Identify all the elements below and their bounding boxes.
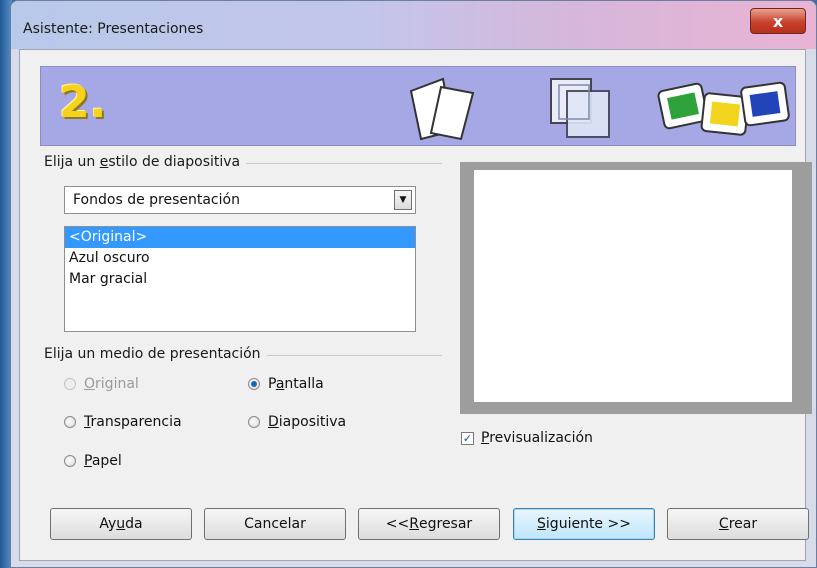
- dialog-body: 2. Elija un estilo de diapositiva Fondos…: [19, 49, 812, 561]
- next-button[interactable]: Siguiente >>: [513, 508, 655, 540]
- button-label-part: iguiente >>: [545, 516, 631, 532]
- wizard-window: Asistente: Presentaciones x 2. Elija un …: [10, 0, 817, 568]
- button-label-part: egresar: [419, 516, 473, 532]
- slides-stack-icon: [409, 77, 475, 141]
- list-item[interactable]: Mar gracial: [65, 269, 415, 290]
- radio-papel[interactable]: Papel: [64, 453, 122, 469]
- radio-pantalla[interactable]: Pantalla: [248, 376, 324, 392]
- radio-mnemonic: O: [84, 376, 96, 392]
- step-number: 2.: [59, 77, 107, 128]
- button-label-part: rear: [728, 516, 758, 532]
- radio-label-rest: riginal: [95, 376, 139, 392]
- radio-label: Transparencia: [84, 414, 182, 430]
- radio-label-rest: apel: [91, 453, 122, 469]
- radio-label-pre: P: [268, 376, 276, 392]
- slide-preview-canvas: [474, 170, 792, 402]
- combo-value: Fondos de presentación: [73, 192, 240, 208]
- checkbox-label: Previsualización: [481, 430, 593, 446]
- preview-checkbox[interactable]: ✓ Previsualización: [461, 430, 593, 446]
- style-label-part: stilo de diapositiva: [108, 154, 241, 170]
- chevron-down-icon[interactable]: ▼: [394, 190, 412, 210]
- radio-original: Original: [64, 376, 139, 392]
- button-mnemonic: R: [409, 516, 419, 532]
- radio-button-icon: [248, 416, 260, 428]
- radio-mnemonic: P: [84, 453, 92, 469]
- radio-label: Diapositiva: [268, 414, 346, 430]
- help-button[interactable]: Ay u da: [50, 508, 192, 540]
- checkbox-check-icon: ✓: [461, 431, 474, 445]
- button-mnemonic: C: [718, 516, 729, 532]
- close-button[interactable]: x: [750, 8, 806, 34]
- radio-label-rest: ntalla: [284, 376, 324, 392]
- radio-label-rest: iapositiva: [278, 414, 347, 430]
- button-label-part: da: [125, 516, 143, 532]
- radio-label: Original: [84, 376, 139, 392]
- list-item[interactable]: Azul oscuro: [65, 248, 415, 269]
- button-label-part: <<: [385, 516, 410, 532]
- button-mnemonic: u: [116, 516, 126, 532]
- cancel-button[interactable]: Cancelar: [204, 508, 346, 540]
- radio-button-icon: [64, 416, 76, 428]
- radio-label: Papel: [84, 453, 122, 469]
- button-label: Cancelar: [244, 516, 306, 532]
- style-listbox[interactable]: <Original> Azul oscuro Mar gracial: [64, 226, 416, 332]
- style-label-part: Elija un: [44, 154, 100, 170]
- radio-mnemonic: D: [268, 414, 279, 430]
- radio-button-icon: [248, 378, 260, 390]
- back-button[interactable]: << Regresar: [358, 508, 500, 540]
- wizard-banner: 2.: [40, 66, 796, 146]
- slide-preview-frame: [460, 162, 812, 414]
- frames-layout-icon: [550, 78, 610, 138]
- create-button[interactable]: Crear: [667, 508, 809, 540]
- checkbox-label-rest: revisualización: [489, 430, 593, 446]
- style-section-label: Elija un estilo de diapositiva: [44, 154, 247, 170]
- style-combobox[interactable]: Fondos de presentación ▼: [64, 186, 416, 214]
- close-icon: x: [772, 11, 784, 31]
- button-label-part: Ay: [99, 516, 117, 532]
- radio-button-icon: [64, 455, 76, 467]
- checkbox-mnemonic: P: [481, 430, 490, 446]
- button-mnemonic: S: [537, 516, 546, 532]
- list-item[interactable]: <Original>: [65, 227, 415, 248]
- window-title: Asistente: Presentaciones: [23, 21, 204, 37]
- radio-transparencia[interactable]: Transparencia: [64, 414, 182, 430]
- radio-label-rest: ransparencia: [90, 414, 182, 430]
- radio-label: Pantalla: [268, 376, 324, 392]
- title-bar[interactable]: Asistente: Presentaciones x: [11, 1, 816, 49]
- radio-button-icon: [64, 378, 76, 390]
- medium-section-label: Elija un medio de presentación: [44, 346, 267, 362]
- color-slides-icon: [657, 81, 790, 136]
- radio-diapositiva[interactable]: Diapositiva: [248, 414, 346, 430]
